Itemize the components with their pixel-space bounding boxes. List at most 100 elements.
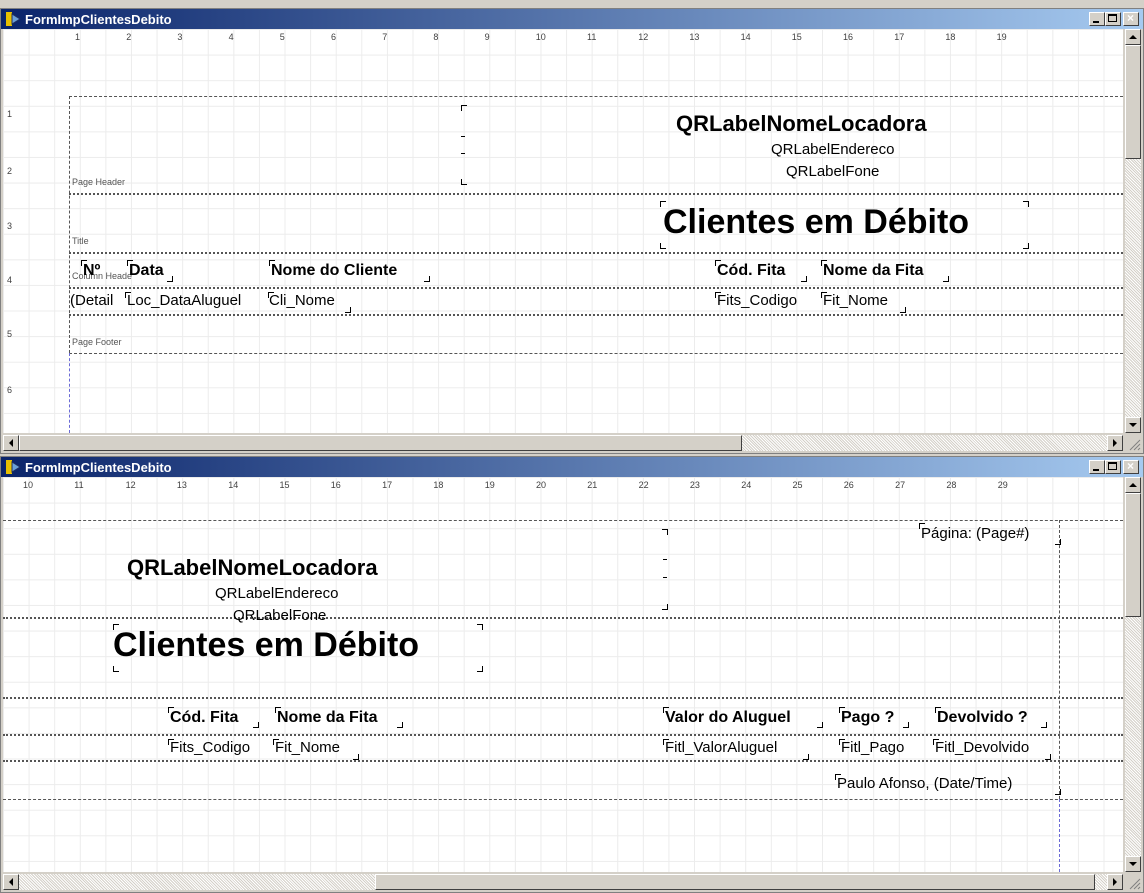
ruler-top-number: 15 (791, 32, 802, 42)
ruler-top-number: 13 (689, 32, 700, 42)
horizontal-scrollbar[interactable] (3, 435, 1123, 451)
arrow-right-icon (1113, 439, 1117, 447)
scroll-thumb[interactable] (1125, 45, 1141, 159)
band-divider (69, 314, 1123, 316)
arrow-left-icon (9, 878, 13, 886)
scroll-up-button[interactable] (1125, 29, 1141, 45)
close-button[interactable]: × (1123, 11, 1139, 26)
field-valor-aluguel[interactable]: Fitl_ValorAluguel (665, 739, 777, 756)
band-divider (69, 96, 1123, 97)
col-header-cod-fita[interactable]: Cód. Fita (170, 709, 238, 727)
col-header-data[interactable]: Data (129, 262, 164, 280)
col-header-no[interactable]: Nº (83, 262, 100, 280)
label-pagina[interactable]: Página: (Page#) (921, 525, 1029, 542)
scroll-down-button[interactable] (1125, 417, 1141, 433)
label-fone[interactable]: QRLabelFone (233, 607, 326, 624)
title-bar[interactable]: FormImpClientesDebito × (1, 457, 1143, 477)
report-canvas[interactable]: 1 2 3 4 5 6 7 8 9 10 11 12 13 14 15 16 17 18 19 1 2 3 4 5 … (3, 29, 1123, 433)
page-left-margin (69, 96, 70, 353)
ruler-top-number: 15 (279, 480, 290, 490)
report-designer-window-top: FormImpClientesDebito × 1 2 3 4 5 6 7 8 9 10 11 12 1… (0, 8, 1144, 454)
report-canvas[interactable]: 10 11 12 13 14 15 16 17 18 19 20 21 22 23 24 25 26 27 28 29… (3, 477, 1123, 872)
minimize-button[interactable] (1089, 460, 1105, 474)
band-page-footer[interactable]: Page Footer (72, 337, 122, 347)
band-column-header[interactable]: Column Header (72, 271, 132, 281)
scroll-left-button[interactable] (3, 874, 19, 890)
label-titulo[interactable]: Clientes em Débito (663, 203, 969, 242)
maximize-button[interactable] (1105, 460, 1121, 474)
band-title[interactable]: Title (72, 236, 89, 246)
ruler-top-number: 26 (843, 480, 854, 490)
label-nome-locadora[interactable]: QRLabelNomeLocadora (127, 555, 378, 581)
scroll-right-button[interactable] (1107, 435, 1123, 451)
label-corner (660, 243, 666, 249)
label-corner (477, 624, 483, 630)
scroll-left-button[interactable] (3, 435, 19, 451)
label-corner (353, 754, 359, 760)
col-header-devolvido[interactable]: Devolvido ? (937, 709, 1028, 727)
label-corner (345, 307, 351, 313)
col-header-pago[interactable]: Pago ? (841, 709, 894, 727)
label-fone[interactable]: QRLabelFone (786, 163, 879, 180)
band-page-header[interactable]: Page Header (72, 177, 125, 187)
horizontal-scrollbar[interactable] (3, 874, 1123, 890)
field-loc-data-aluguel[interactable]: Loc_DataAluguel (127, 292, 241, 309)
label-endereco[interactable]: QRLabelEndereco (771, 141, 894, 158)
vertical-scrollbar[interactable] (1125, 477, 1141, 872)
ruler-top-number: 2 (126, 32, 132, 42)
scroll-thumb[interactable] (375, 874, 1095, 890)
scroll-thumb[interactable] (19, 435, 742, 451)
minimize-button[interactable] (1089, 12, 1105, 26)
ruler-top-number: 1 (75, 32, 81, 42)
close-button[interactable]: × (1123, 459, 1139, 474)
ruler-top-number: 22 (638, 480, 649, 490)
col-header-nome-fita[interactable]: Nome da Fita (277, 709, 377, 727)
label-corner (1045, 754, 1051, 760)
field-fit-nome[interactable]: Fit_Nome (275, 739, 340, 756)
field-fit-nome[interactable]: Fit_Nome (823, 292, 888, 309)
group-bracket (662, 529, 668, 535)
label-endereco[interactable]: QRLabelEndereco (215, 585, 338, 602)
label-titulo[interactable]: Clientes em Débito (113, 626, 419, 665)
field-detail[interactable]: (Detail (70, 292, 113, 309)
scroll-right-button[interactable] (1107, 874, 1123, 890)
ruler-top-number: 14 (228, 480, 239, 490)
field-pago[interactable]: Fitl_Pago (841, 739, 904, 756)
ruler-top-number: 21 (587, 480, 598, 490)
band-divider (3, 617, 1123, 619)
scroll-down-button[interactable] (1125, 856, 1141, 872)
ruler-top-number: 8 (433, 32, 439, 42)
scroll-thumb[interactable] (1125, 493, 1141, 617)
ruler-top-number: 24 (741, 480, 752, 490)
ruler-top-number: 28 (946, 480, 957, 490)
ruler-top-number: 18 (433, 480, 444, 490)
group-bracket (461, 105, 467, 111)
app-icon (6, 12, 21, 26)
field-devolvido[interactable]: Fitl_Devolvido (935, 739, 1029, 756)
ruler-top-number: 19 (484, 480, 495, 490)
col-header-valor-aluguel[interactable]: Valor do Aluguel (665, 709, 791, 727)
ruler-top-number: 13 (176, 480, 187, 490)
title-bar[interactable]: FormImpClientesDebito × (1, 9, 1143, 29)
vertical-scrollbar[interactable] (1125, 29, 1141, 433)
label-footer-author-datetime[interactable]: Paulo Afonso, (Date/Time) (837, 775, 1012, 792)
label-corner (477, 666, 483, 672)
field-fits-codigo[interactable]: Fits_Codigo (717, 292, 797, 309)
resize-grip-icon[interactable] (1125, 874, 1141, 890)
scroll-up-button[interactable] (1125, 477, 1141, 493)
label-nome-locadora[interactable]: QRLabelNomeLocadora (676, 111, 927, 137)
col-header-nome-fita[interactable]: Nome da Fita (823, 262, 923, 280)
band-divider (3, 734, 1123, 736)
band-divider (69, 193, 1123, 195)
band-divider (69, 287, 1123, 289)
field-fits-codigo[interactable]: Fits_Codigo (170, 739, 250, 756)
ruler-top-number: 12 (125, 480, 136, 490)
ruler-top-number: 14 (740, 32, 751, 42)
col-header-cod-fita[interactable]: Cód. Fita (717, 262, 785, 280)
page-margin-guide (69, 353, 70, 433)
field-cli-nome[interactable]: Cli_Nome (269, 292, 335, 309)
label-corner (817, 722, 823, 728)
maximize-button[interactable] (1105, 12, 1121, 26)
resize-grip-icon[interactable] (1125, 435, 1141, 451)
col-header-nome-cliente[interactable]: Nome do Cliente (271, 262, 397, 280)
